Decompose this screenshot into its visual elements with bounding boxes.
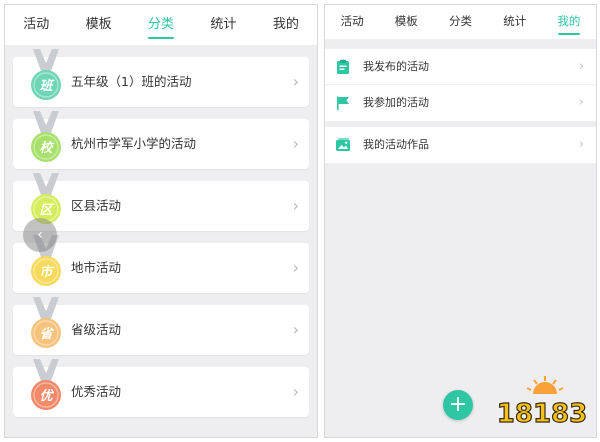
medal-badge-text: 省 [39, 326, 54, 342]
medal-badge-text: 校 [39, 140, 54, 156]
category-label: 杭州市学军小学的活动 [71, 136, 197, 151]
menu-label: 我参加的活动 [363, 96, 429, 109]
category-label: 区县活动 [71, 198, 122, 213]
watermark-text: 18183 [497, 399, 587, 429]
tab-statistics[interactable]: 统计 [488, 5, 542, 39]
photo-gallery-icon [336, 138, 350, 151]
medal-badge-text: 区 [39, 203, 54, 218]
medal-icon: 省 [31, 297, 61, 348]
tab-activities[interactable]: 活动 [5, 5, 67, 45]
category-item-school[interactable]: 校 杭州市学军小学的活动 › [13, 111, 309, 169]
category-item-city[interactable]: 市 地市活动 › [13, 235, 309, 293]
medal-ribbon [33, 297, 59, 319]
chevron-right-icon: › [578, 95, 584, 110]
tab-activities[interactable]: 活动 [325, 5, 379, 39]
tab-mine[interactable]: 我的 [542, 5, 596, 39]
category-item-class[interactable]: 班 五年级（1）班的活动 › [13, 49, 309, 107]
clipboard-icon [337, 59, 349, 74]
category-label: 优秀活动 [71, 384, 122, 399]
medal-ribbon [33, 111, 59, 133]
menu-label: 我的活动作品 [363, 138, 429, 151]
medal-ribbon [33, 359, 59, 381]
category-item-district[interactable]: 区 区县活动 › [13, 173, 309, 231]
menu-label: 我发布的活动 [363, 60, 429, 73]
chevron-right-icon: › [578, 137, 584, 152]
category-label: 地市活动 [71, 260, 122, 275]
my-activities-group: 我发布的活动 › 我参加的活动 › [325, 49, 596, 121]
medal-ribbon [33, 49, 59, 71]
my-joined-activities[interactable]: 我参加的活动 › [325, 85, 596, 121]
chevron-right-icon: › [292, 258, 299, 277]
chevron-right-icon: › [292, 320, 299, 339]
medal-icon: 优 [31, 359, 61, 410]
chevron-right-icon: › [292, 72, 299, 91]
floating-back-handle[interactable]: ‹ [23, 218, 57, 252]
category-label: 五年级（1）班的活动 [71, 74, 192, 89]
category-screen: 活动 模板 分类 统计 我的 班 五年级（1）班的活动 › 校 杭州市学军小学的… [4, 4, 318, 438]
watermark-logo: 18183 [496, 376, 588, 430]
tab-templates[interactable]: 模板 [379, 5, 433, 39]
top-tab-bar: 活动 模板 分类 统计 我的 [5, 5, 317, 45]
my-works-group: 我的活动作品 › [325, 127, 596, 163]
chevron-right-icon: › [292, 196, 299, 215]
flag-icon [337, 96, 349, 110]
my-activity-works[interactable]: 我的活动作品 › [325, 127, 596, 163]
medal-badge-text: 优 [39, 388, 54, 404]
my-published-activities[interactable]: 我发布的活动 › [325, 49, 596, 85]
category-label: 省级活动 [71, 322, 122, 337]
medal-icon: 校 [31, 111, 61, 162]
category-item-excellent[interactable]: 优 优秀活动 › [13, 359, 309, 417]
medal-icon: 班 [31, 49, 61, 100]
chevron-right-icon: › [292, 382, 299, 401]
medal-ribbon [33, 173, 59, 195]
add-activity-button[interactable]: + [443, 390, 473, 420]
watermark-sun-icon [526, 376, 564, 394]
tab-categories[interactable]: 分类 [130, 5, 192, 45]
chevron-right-icon: › [292, 134, 299, 153]
tab-statistics[interactable]: 统计 [192, 5, 254, 45]
chevron-right-icon: › [578, 59, 584, 74]
category-item-province[interactable]: 省 省级活动 › [13, 297, 309, 355]
tab-categories[interactable]: 分类 [433, 5, 487, 39]
tab-mine[interactable]: 我的 [255, 5, 317, 45]
medal-badge-text: 市 [39, 264, 54, 280]
top-tab-bar: 活动 模板 分类 统计 我的 [325, 5, 596, 39]
category-list: 班 五年级（1）班的活动 › 校 杭州市学军小学的活动 › 区 区县活动 › 市… [13, 49, 309, 429]
tab-templates[interactable]: 模板 [67, 5, 129, 45]
